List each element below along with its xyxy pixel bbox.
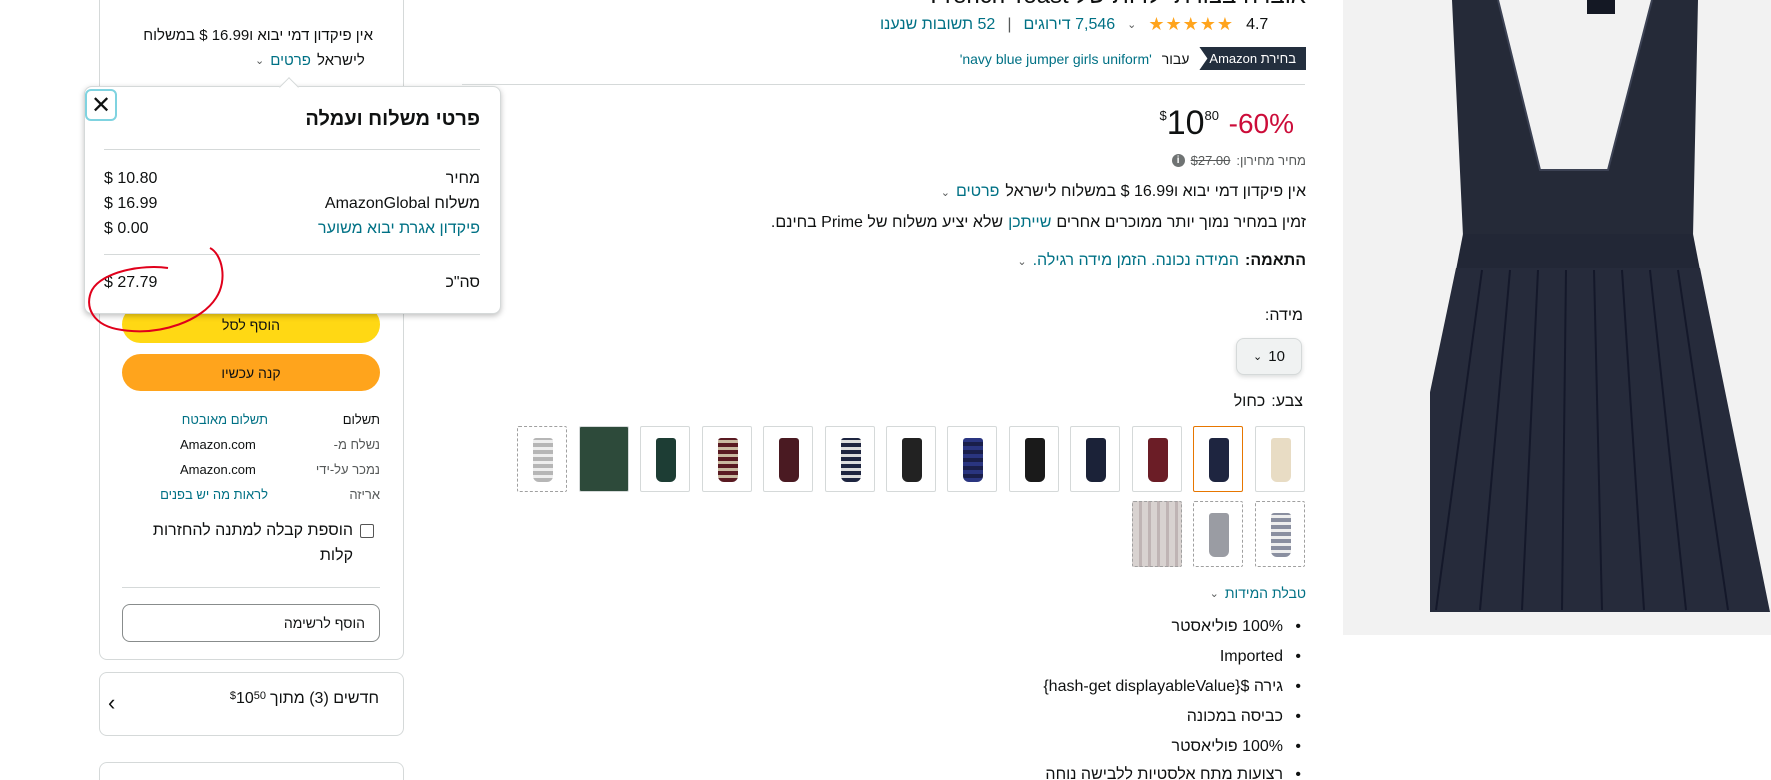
popover-row-label: מחיר [445, 170, 480, 187]
popover-row-import-fee: פיקדון אגרת יבוא משוער $ 0.00 [104, 220, 480, 238]
color-swatch-black[interactable] [1009, 426, 1059, 492]
buybox-shipping-text-2: לישראל [316, 52, 365, 69]
list-item: Imported [1220, 648, 1301, 666]
color-swatch-plaid-red[interactable] [702, 426, 752, 492]
chevron-left-icon[interactable]: ‹ [108, 690, 115, 716]
list-item: כביסה במכונה [1187, 708, 1301, 726]
cheaper-link[interactable]: שייתכן [1008, 214, 1051, 232]
buybox-shipping-text: אין פיקדון דמי יבוא ו16.99 $ במשלוח [143, 27, 373, 44]
close-icon[interactable]: ✕ [85, 89, 117, 121]
color-swatch-royal[interactable] [947, 426, 997, 492]
list-item: רצועות מתח אלסטיות ללבישה נוחה [1045, 766, 1300, 780]
list-price-label: מחיר מחירון: [1236, 153, 1306, 168]
size-label: מידה: [1264, 307, 1303, 324]
buybox-divider [122, 587, 380, 588]
badge-for-text: עבור [1161, 50, 1190, 67]
buybox-details-link[interactable]: פרטים [270, 52, 311, 69]
popover-row-value: $ 0.00 [104, 220, 149, 237]
price-fraction: 80 [1204, 108, 1219, 123]
popover-row-shipping: משלוח AmazonGlobal $ 16.99 [104, 195, 480, 213]
fit-value[interactable]: המידה נכונה. הזמן מידה רגילה. [1033, 252, 1239, 270]
shipping-details-link[interactable]: פרטים [956, 183, 999, 201]
color-swatch-stripe-2[interactable] [1255, 501, 1305, 567]
popover-row-value: $ 10.80 [104, 170, 158, 187]
color-swatch-black-2[interactable] [886, 426, 936, 492]
secure-payment-link[interactable]: תשלום מאובטח [182, 412, 268, 427]
info-label-packaging: אריזה [349, 487, 380, 502]
import-fee-link[interactable]: פיקדון אגרת יבוא משוער [318, 220, 480, 238]
popover-row-price: מחיר $ 10.80 [104, 170, 480, 188]
badge-query-link[interactable]: 'navy blue jumper girls uniform' [960, 51, 1152, 67]
size-dropdown[interactable]: ⌄ 10 [1236, 338, 1302, 375]
chevron-down-icon: ⌄ [1253, 351, 1263, 363]
add-to-list-button[interactable]: הוסף לרשימה [122, 604, 380, 642]
buy-now-button[interactable]: קנה עכשיו [122, 354, 380, 391]
color-swatch-navy[interactable] [1193, 426, 1243, 492]
offers-currency: $ [229, 690, 236, 702]
ratings-count-link[interactable]: 7,546 דירוגים [1023, 16, 1115, 34]
info-label-ships-from: נשלח מ- [333, 437, 380, 452]
see-inside-link[interactable]: לראות מה יש בפנים [160, 487, 268, 502]
price-currency: $ [1159, 108, 1167, 123]
color-swatch-navy-plain[interactable] [1070, 426, 1120, 492]
gift-receipt-checkbox[interactable] [360, 524, 374, 538]
size-value: 10 [1268, 348, 1285, 365]
offers-text: חדשים (3) מתוך [270, 690, 379, 707]
gift-receipt-label-2: קלות [319, 547, 353, 564]
offers-price-fraction: 50 [253, 690, 267, 702]
popover-total-label: סה"כ [445, 274, 480, 291]
price-whole: 10 [1166, 104, 1205, 142]
product-title: אוברה בצורת ילדות של French Toast [930, 0, 1306, 10]
chevron-down-icon[interactable]: ⌄ [1127, 18, 1136, 31]
list-item: 100% פוליאסטר [1172, 738, 1302, 756]
chevron-down-icon[interactable]: ⌄ [1017, 255, 1026, 268]
shipping-line: אין פיקדון דמי יבוא ו16.99 $ במשלוח לישר… [1005, 183, 1306, 200]
annotation-circle [88, 247, 224, 333]
cheaper-text-post: שלא יציע משלוח של Prime בחינם. [770, 214, 1004, 231]
title-divider [462, 84, 1305, 85]
color-label: צבע: [1271, 393, 1303, 410]
rating-value: 4.7 [1246, 15, 1269, 33]
color-swatch-burgundy[interactable] [1132, 426, 1182, 492]
popover-divider [104, 149, 480, 150]
color-swatch-plaid-light[interactable] [1132, 501, 1182, 567]
ships-from-value: Amazon.com [180, 437, 256, 452]
color-swatch-stripe[interactable] [825, 426, 875, 492]
list-item: גירה ${hash-get displayableValue} [1043, 678, 1300, 696]
discount-value: -60% [1228, 108, 1294, 139]
popover-row-label: משלוח AmazonGlobal [324, 195, 480, 212]
info-label-sold-by: נמכר על-ידי [315, 462, 380, 477]
color-swatch-cream[interactable] [1255, 426, 1305, 492]
chevron-down-icon[interactable]: ⌄ [941, 186, 950, 199]
color-swatch-gray[interactable] [1193, 501, 1243, 567]
size-chart-link[interactable]: טבלת המידות [1225, 585, 1306, 601]
info-label-payment: תשלום [342, 412, 380, 427]
fit-label: התאמה: [1245, 252, 1306, 269]
popover-title: פרטי משלוח ועמלה [305, 108, 480, 130]
color-swatch-green[interactable] [640, 426, 690, 492]
star-rating-icon[interactable]: ★★★★★ [1148, 14, 1234, 35]
color-swatch-maroon[interactable] [763, 426, 813, 492]
badge-text: בחירת Amazon [1209, 51, 1296, 66]
color-value: כחול [1233, 393, 1266, 410]
cheaper-text-pre: זמין במחיר נמוך יותר ממוכרים אחרים [1056, 214, 1306, 231]
amazons-choice-badge: בחירת Amazon [1199, 47, 1306, 70]
gift-receipt-label: הוספת קבלה למתנה להחזרות [152, 522, 353, 539]
sold-by-value: Amazon.com [180, 462, 256, 477]
popover-row-value: $ 16.99 [104, 195, 158, 212]
product-image[interactable] [1430, 0, 1771, 616]
current-price: $ 10 80 [1159, 104, 1219, 143]
discount-percent: -60% [1229, 108, 1294, 140]
separator: | [1007, 15, 1012, 33]
chevron-down-icon[interactable]: ⌄ [255, 54, 264, 67]
chevron-down-icon[interactable]: ⌄ [1210, 587, 1219, 600]
color-swatch-plaid-green[interactable] [579, 426, 629, 492]
answered-questions-link[interactable]: 52 תשובות שנענו [880, 16, 995, 34]
next-box [99, 762, 404, 780]
offers-price-whole: 10 [235, 690, 254, 707]
color-swatch-plaid-gray[interactable] [517, 426, 567, 492]
list-item: 100% פוליאסטר [1172, 618, 1302, 636]
list-price-value: $27.00 [1190, 153, 1231, 168]
info-icon[interactable]: i [1171, 154, 1185, 167]
